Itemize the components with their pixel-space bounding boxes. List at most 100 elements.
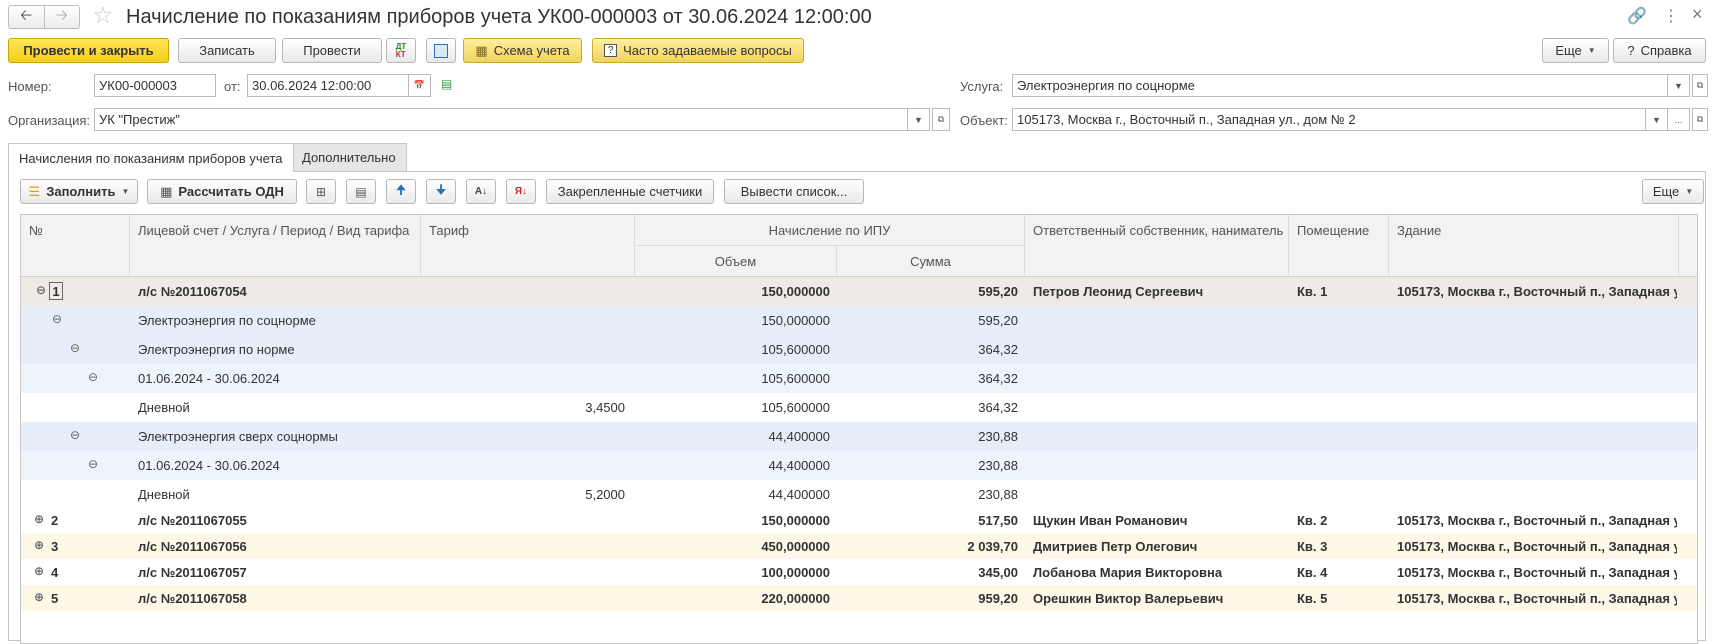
help-button[interactable]: ? Справка bbox=[1613, 38, 1706, 63]
document-status-icon[interactable]: ▤ bbox=[441, 77, 456, 91]
pinned-meters-button[interactable]: Закрепленные счетчики bbox=[546, 179, 714, 204]
cell-room bbox=[1297, 364, 1387, 393]
object-field[interactable]: 105173, Москва г., Восточный п., Западна… bbox=[1012, 108, 1646, 131]
move-down-button[interactable]: 🠋 bbox=[426, 179, 456, 204]
more-button[interactable]: Еще ▼ bbox=[1542, 38, 1609, 63]
number-label: Номер: bbox=[8, 79, 52, 94]
cell-room bbox=[1297, 335, 1387, 364]
move-up-button[interactable]: 🠉 bbox=[386, 179, 416, 204]
save-button[interactable]: Записать bbox=[178, 38, 276, 63]
cell-account: Электроэнергия по норме bbox=[138, 342, 295, 357]
table-row[interactable]: ⊖ 1 л/с №2011067054 150,000000 595,20 Петров … bbox=[21, 277, 1697, 306]
chevron-down-icon[interactable]: ▼ bbox=[1668, 74, 1690, 97]
service-field[interactable]: Электроэнергия по соцнорме bbox=[1012, 74, 1668, 97]
header-num[interactable]: № bbox=[21, 215, 130, 276]
post-button[interactable]: Провести bbox=[282, 38, 382, 63]
header-building[interactable]: Здание bbox=[1389, 215, 1679, 276]
table-row[interactable]: ⊖ 01.06.2024 - 30.06.2024 44,400000 230,88 bbox=[21, 451, 1697, 480]
structure-button[interactable] bbox=[426, 38, 456, 63]
table-row[interactable]: ⊕ 2 л/с №2011067055 150,000000 517,50 Щукин И… bbox=[21, 507, 1697, 533]
cell-tariff bbox=[421, 364, 625, 393]
chevron-down-icon: ▼ bbox=[1685, 187, 1694, 196]
table-row[interactable]: ⊖ Электроэнергия сверх соцнормы 44,400000 2… bbox=[21, 422, 1697, 451]
number-field[interactable]: УК00-000003 bbox=[94, 74, 216, 97]
cell-tariff bbox=[421, 559, 625, 585]
close-icon[interactable]: × bbox=[1692, 4, 1703, 25]
header-volume[interactable]: Объем bbox=[635, 246, 837, 276]
cell-account: Электроэнергия по соцнорме bbox=[138, 313, 316, 328]
table-row[interactable]: ⊕ 5 л/с №2011067058 220,000000 959,20 Орешкин… bbox=[21, 585, 1697, 611]
menu-dots-icon[interactable]: ⋮ bbox=[1663, 6, 1679, 26]
scheme-button[interactable]: ▦ Схема учета bbox=[463, 38, 582, 63]
date-label: от: bbox=[224, 79, 241, 94]
sort-asc-button[interactable]: A↓ bbox=[466, 179, 496, 204]
forward-icon[interactable]: 🡢 bbox=[43, 6, 80, 28]
header-room[interactable]: Помещение bbox=[1289, 215, 1389, 276]
cell-sum: 959,20 bbox=[978, 590, 1018, 606]
post-close-button[interactable]: Провести и закрыть bbox=[8, 38, 169, 63]
header-sum[interactable]: Сумма bbox=[837, 246, 1025, 276]
cell-account: Дневной bbox=[138, 487, 190, 502]
open-icon[interactable]: ⧉ bbox=[932, 108, 950, 131]
cell-num bbox=[51, 306, 121, 335]
cell-owner: Орешкин Виктор Валерьевич bbox=[1033, 590, 1224, 606]
cell-sum: 364,32 bbox=[978, 371, 1018, 386]
expand-icon[interactable]: ⊕ bbox=[33, 591, 45, 604]
calendar-icon[interactable]: 📅 bbox=[409, 74, 431, 97]
header-owner[interactable]: Ответственный собственник, наниматель bbox=[1025, 215, 1289, 276]
cell-sum: 364,32 bbox=[978, 342, 1018, 357]
expand-icon[interactable]: ⊕ bbox=[33, 539, 45, 552]
chevron-down-icon[interactable]: ▼ bbox=[1646, 108, 1668, 131]
scheme-label: Схема учета bbox=[493, 43, 570, 58]
cell-account: Электроэнергия сверх соцнормы bbox=[138, 429, 338, 444]
cell-account: л/с №2011067056 bbox=[138, 538, 247, 554]
export-list-button[interactable]: Вывести список... bbox=[724, 179, 864, 204]
cell-account: 01.06.2024 - 30.06.2024 bbox=[138, 458, 280, 473]
cell-volume: 220,000000 bbox=[761, 590, 830, 606]
cell-building: 105173, Москва г., Восточный п., Западна… bbox=[1397, 590, 1677, 606]
fill-button[interactable]: ☰ Заполнить ▼ bbox=[20, 179, 138, 204]
expand-icon[interactable]: ⊕ bbox=[33, 565, 45, 578]
cell-room: Кв. 5 bbox=[1297, 590, 1328, 606]
fill-icon: ☰ bbox=[28, 183, 41, 199]
link-icon[interactable]: 🔗 bbox=[1627, 6, 1647, 26]
dt-kt-button[interactable]: ДТ КТ bbox=[386, 38, 416, 63]
table-row[interactable]: ⊖ Электроэнергия по норме 105,600000 364,32 bbox=[21, 335, 1697, 364]
sort-asc-icon: A↓ bbox=[474, 186, 488, 197]
header-account[interactable]: Лицевой счет / Услуга / Период / Вид тар… bbox=[130, 215, 421, 276]
add-group-icon: ▤ bbox=[355, 184, 367, 199]
org-field[interactable]: УК "Престиж" bbox=[94, 108, 908, 131]
header-tariff[interactable]: Тариф bbox=[421, 215, 635, 276]
open-icon[interactable]: ⧉ bbox=[1692, 74, 1708, 97]
table-row[interactable]: ⊖ 01.06.2024 - 30.06.2024 105,600000 364,32 bbox=[21, 364, 1697, 393]
calc-odn-button[interactable]: ▦ Рассчитать ОДН bbox=[147, 179, 297, 204]
date-field[interactable]: 30.06.2024 12:00:00 bbox=[247, 74, 409, 97]
add-row-button[interactable]: ⊞ bbox=[306, 179, 336, 204]
cell-volume: 44,400000 bbox=[768, 429, 830, 444]
chevron-down-icon[interactable]: ▼ bbox=[908, 108, 930, 131]
doc-icon bbox=[434, 43, 448, 58]
table-row[interactable]: Дневной 5,2000 44,400000 230,88 bbox=[21, 480, 1697, 509]
sort-desc-button[interactable]: Я↓ bbox=[506, 179, 536, 204]
expand-icon[interactable]: ⊕ bbox=[33, 513, 45, 526]
star-icon[interactable]: ☆ bbox=[92, 3, 114, 29]
table-more-button[interactable]: Еще ▼ bbox=[1642, 179, 1704, 204]
cell-num bbox=[51, 393, 121, 422]
table-row[interactable]: ⊕ 3 л/с №2011067056 450,000000 2 039,70 Дмитр… bbox=[21, 533, 1697, 559]
chevron-down-icon: ▼ bbox=[1587, 46, 1596, 55]
cell-volume: 105,600000 bbox=[761, 371, 830, 386]
table-row[interactable]: Дневной 3,4500 105,600000 364,32 bbox=[21, 393, 1697, 422]
cell-owner: Дмитриев Петр Олегович bbox=[1033, 538, 1198, 554]
select-dots-icon[interactable]: ... bbox=[1668, 108, 1690, 131]
calculator-icon: ▦ bbox=[160, 183, 173, 199]
add-group-button[interactable]: ▤ bbox=[346, 179, 376, 204]
faq-button[interactable]: ? Часто задаваемые вопросы bbox=[592, 38, 804, 63]
cell-tariff: 5,2000 bbox=[585, 487, 625, 502]
open-icon[interactable]: ⧉ bbox=[1692, 108, 1708, 131]
collapse-icon[interactable]: ⊖ bbox=[35, 284, 47, 297]
tab-accruals[interactable]: Начисления по показаниям приборов учета bbox=[8, 143, 294, 172]
tab-additional[interactable]: Дополнительно bbox=[291, 143, 407, 171]
back-icon[interactable]: 🡠 bbox=[9, 6, 44, 28]
table-row[interactable]: ⊕ 4 л/с №2011067057 100,000000 345,00 Лобанов… bbox=[21, 559, 1697, 585]
table-row[interactable]: ⊖ Электроэнергия по соцнорме 150,000000 595… bbox=[21, 306, 1697, 335]
